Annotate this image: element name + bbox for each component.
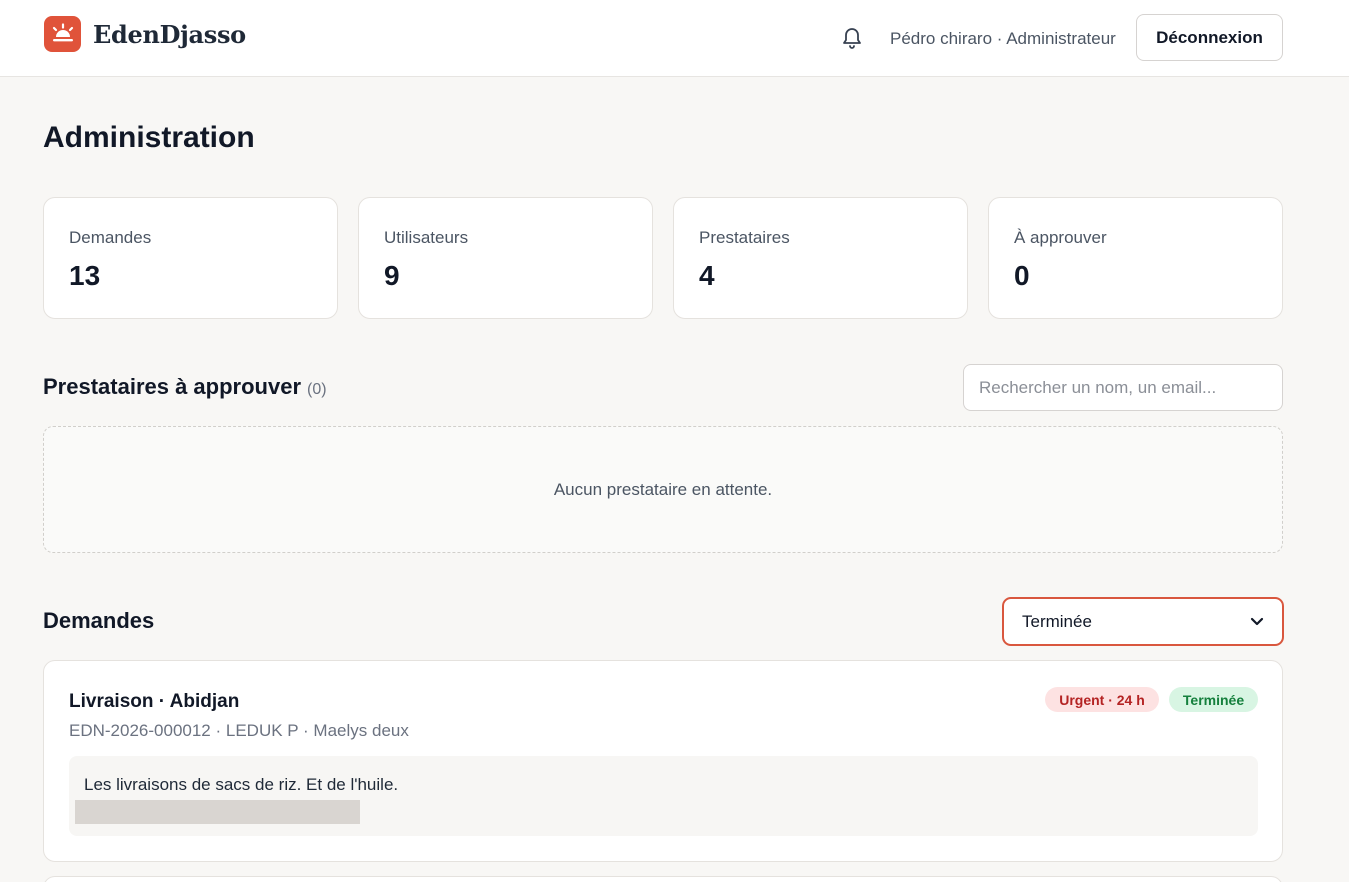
stat-label: À approuver — [1014, 228, 1107, 247]
request-description: Les livraisons de sacs de riz. Et de l'h… — [84, 775, 399, 794]
pending-section-title: Prestataires à approuver (0) — [43, 374, 327, 400]
brand[interactable]: EdenDjasso — [44, 16, 246, 52]
status-badge: Terminée — [1169, 687, 1258, 712]
brand-name: EdenDjasso — [93, 19, 246, 49]
pending-title: Prestataires à approuver — [43, 374, 302, 399]
redacted-block — [75, 800, 360, 824]
urgency-badge: Urgent · 24 h — [1045, 687, 1159, 712]
status-filter-select[interactable]: Terminée — [1002, 597, 1284, 646]
stat-label: Demandes — [69, 228, 152, 247]
requests-section-title: Demandes — [43, 608, 155, 633]
stat-card-a-approuver: À approuver 0 — [988, 197, 1283, 319]
stat-label: Prestataires — [699, 228, 790, 247]
stat-card-demandes: Demandes 13 — [43, 197, 338, 319]
empty-state-text: Aucun prestataire en attente. — [553, 479, 773, 499]
bell-icon[interactable] — [840, 25, 864, 51]
stat-card-prestataires: Prestataires 4 — [673, 197, 968, 319]
empty-state: Aucun prestataire en attente. — [43, 426, 1283, 553]
search-input[interactable] — [963, 364, 1283, 411]
logout-button[interactable]: Déconnexion — [1136, 14, 1283, 61]
stat-card-utilisateurs: Utilisateurs 9 — [358, 197, 653, 319]
sunrise-logo-icon — [44, 16, 81, 52]
status-filter-value: Terminée — [1022, 611, 1092, 631]
request-card[interactable] — [43, 876, 1283, 882]
user-label: Pédro chiraro · Administrateur — [890, 29, 1116, 48]
stat-value: 0 — [1014, 260, 1030, 291]
pending-count: (0) — [307, 381, 327, 398]
request-card[interactable]: Livraison · Abidjan EDN-2026-000012 · LE… — [43, 660, 1283, 862]
stat-value: 9 — [384, 260, 400, 291]
request-meta: EDN-2026-000012 · LEDUK P · Maelys deux — [69, 721, 409, 740]
stat-value: 4 — [699, 260, 715, 291]
page-title: Administration — [43, 121, 255, 154]
request-title: Livraison · Abidjan — [69, 691, 240, 712]
stat-value: 13 — [69, 260, 101, 291]
top-bar: EdenDjasso Pédro chiraro · Administrateu… — [0, 0, 1349, 77]
request-description-box: Les livraisons de sacs de riz. Et de l'h… — [69, 756, 1258, 836]
chevron-down-icon — [1250, 612, 1264, 632]
stat-label: Utilisateurs — [384, 228, 469, 247]
